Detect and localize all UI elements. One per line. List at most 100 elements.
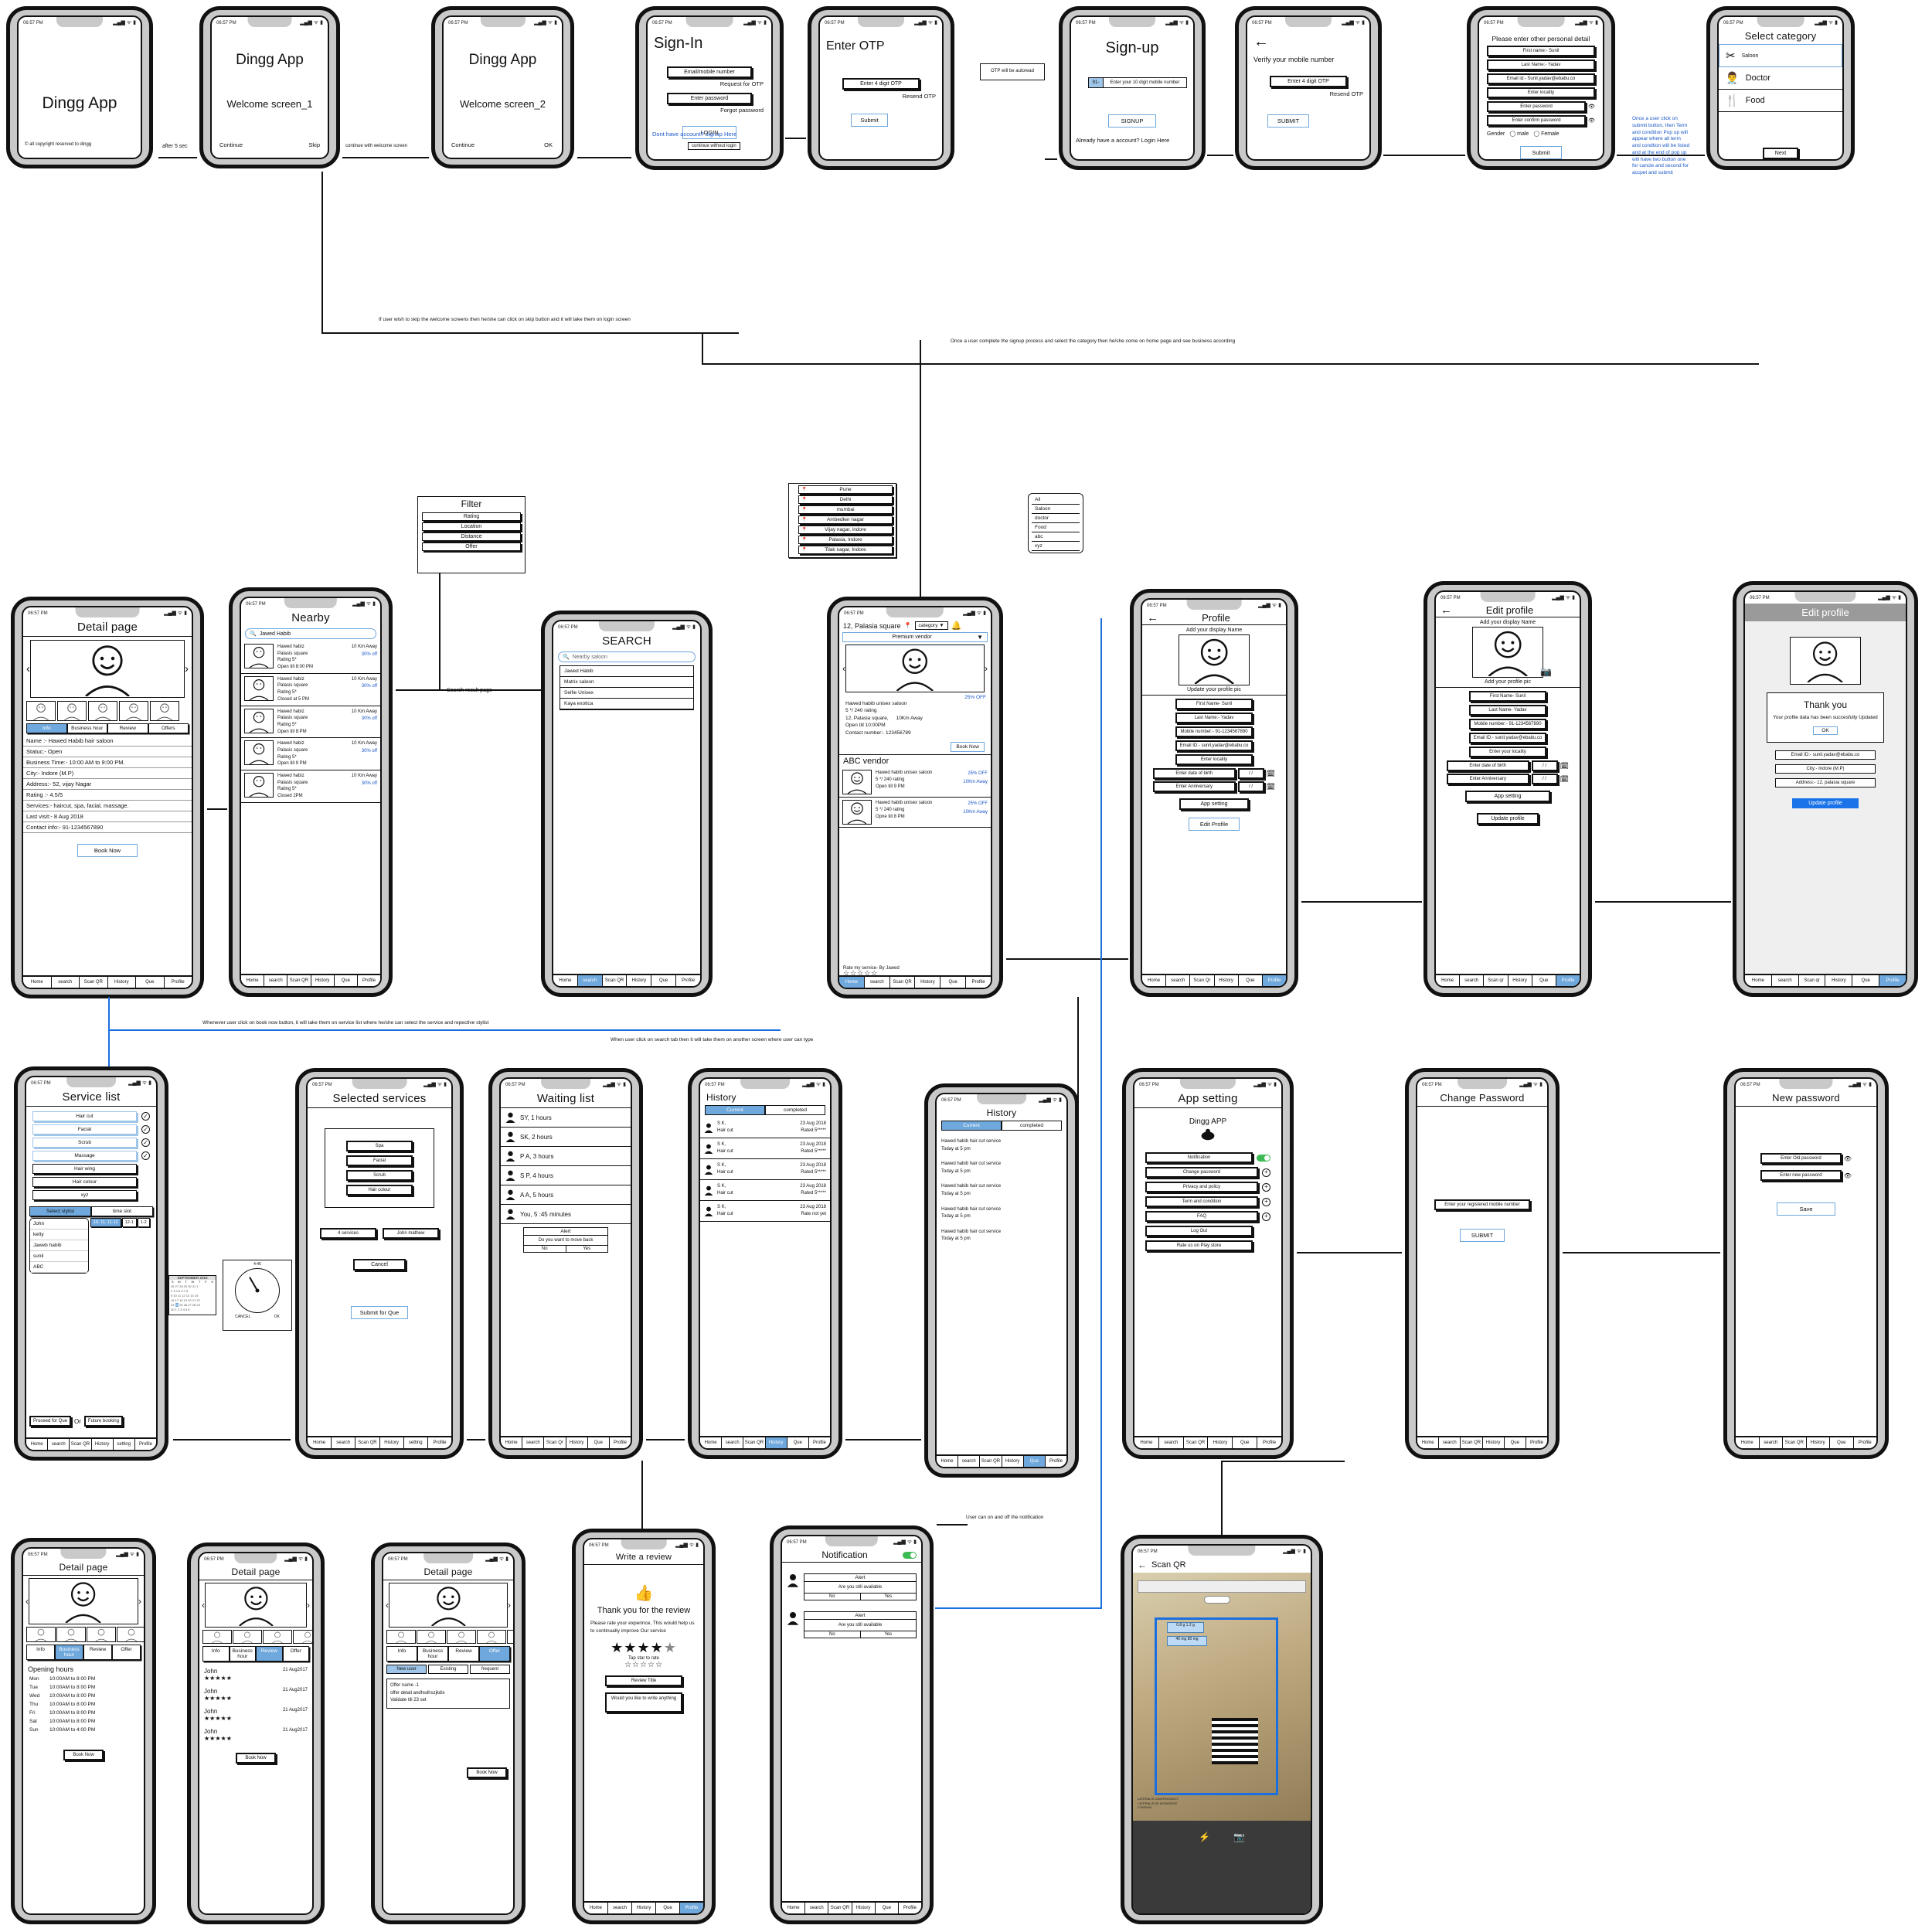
gender-male-radio[interactable]: ◯ male bbox=[1509, 131, 1529, 137]
nav-item-home[interactable]: Home bbox=[1736, 1437, 1760, 1448]
camera-icon[interactable]: 📷 bbox=[1540, 666, 1552, 677]
profile-field-1[interactable]: Last Name:- Yadav bbox=[1175, 713, 1253, 723]
nav-item-que[interactable]: Que bbox=[1238, 975, 1263, 986]
nav-item-history[interactable]: History bbox=[566, 1437, 588, 1448]
setting-change-password[interactable]: Change password bbox=[1145, 1167, 1258, 1178]
profile-field-2[interactable]: Mobile number:- 91-1234567890 bbox=[1175, 726, 1253, 737]
nav-item-que[interactable]: Que bbox=[1504, 1437, 1526, 1448]
city-option-mumbai[interactable]: 📍 mumbai bbox=[798, 505, 893, 514]
login-link[interactable]: Already have a account? Login Here bbox=[1076, 137, 1169, 144]
next-image-arrow[interactable]: › bbox=[185, 662, 189, 675]
filter-option-rating[interactable]: Rating bbox=[422, 512, 521, 521]
app-setting-rows[interactable]: Notification Change password + Privacy and … bbox=[1134, 1152, 1281, 1251]
thumbnail[interactable] bbox=[87, 1627, 116, 1642]
category-option-food[interactable]: Food bbox=[1032, 523, 1080, 532]
nav-item-home[interactable]: Home bbox=[501, 1437, 523, 1448]
nav-item-scan-qr[interactable]: Scan QR bbox=[828, 1902, 852, 1913]
nav-item-que[interactable]: Que bbox=[656, 1902, 680, 1913]
nav-item-search[interactable]: search bbox=[722, 1437, 744, 1448]
thankyou-field-0[interactable]: Email ID:- sunil.yadav@ebabu.co bbox=[1775, 750, 1876, 760]
history-row[interactable]: S K, Hair cut 23 Aug 2018 Rated 5***** bbox=[700, 1117, 830, 1138]
bottom-nav[interactable]: Home search Scan qr History Que Profile bbox=[1745, 974, 1906, 986]
book-now-button[interactable]: Book Now bbox=[63, 1750, 104, 1760]
old-password-field[interactable]: Enter Old password bbox=[1760, 1153, 1842, 1164]
nav-item-search[interactable]: search bbox=[577, 975, 603, 986]
category-option-all[interactable]: All bbox=[1032, 495, 1080, 505]
dob-label-field[interactable]: Enter date of birth bbox=[1447, 760, 1529, 771]
dob-date-field[interactable]: / / bbox=[1531, 760, 1558, 771]
nav-item-profile[interactable]: Profile bbox=[676, 975, 700, 986]
tab-current[interactable]: Current bbox=[705, 1105, 765, 1115]
nav-item-scan-qr[interactable]: Scan QR bbox=[889, 976, 916, 988]
eye-icon[interactable]: 👁 bbox=[1844, 1172, 1852, 1179]
nav-item-que[interactable]: Que bbox=[1233, 1437, 1258, 1448]
password-field[interactable]: Enter password bbox=[667, 93, 752, 104]
nav-item-profile[interactable]: Profile bbox=[164, 976, 192, 988]
history-current-row[interactable]: Hawed habib hair cut service Today at 5 p… bbox=[937, 1225, 1066, 1247]
city-option-ambedker-nagar[interactable]: 📍 Ambedker nagar bbox=[798, 515, 893, 524]
tab-completed[interactable]: completed bbox=[765, 1105, 825, 1115]
nav-item-profile[interactable]: Profile bbox=[134, 1438, 156, 1450]
search-suggestion[interactable]: Selfie Unisex bbox=[560, 688, 693, 699]
nav-item-history[interactable]: History bbox=[915, 976, 941, 988]
stylist-option[interactable]: Jaweb habib bbox=[30, 1240, 88, 1251]
time-slot[interactable]: 1-2 bbox=[137, 1218, 150, 1227]
new-password-field[interactable]: Enter new password bbox=[1760, 1170, 1842, 1181]
empty-stars[interactable]: ☆☆☆☆☆ bbox=[584, 1661, 703, 1669]
detail-tabs[interactable]: Info Business hour Review Offer bbox=[386, 1646, 510, 1662]
nav-item-search[interactable]: search bbox=[51, 976, 80, 988]
nav-item-profile[interactable]: Profile bbox=[1879, 975, 1906, 986]
mobile-field[interactable]: Enter your registered mobile number bbox=[1434, 1199, 1530, 1210]
add-pic-label[interactable]: Add your profile pic bbox=[1436, 679, 1580, 688]
tab-info[interactable]: Info bbox=[202, 1646, 230, 1662]
nav-item-que[interactable]: Que bbox=[940, 976, 967, 988]
edit-field-4[interactable]: Enter your locality bbox=[1469, 747, 1546, 757]
field-2[interactable]: Email id:- Sunil.yadav@ebabu.co bbox=[1487, 73, 1595, 84]
nav-item-history[interactable]: History bbox=[627, 975, 652, 986]
continue-without-login-button[interactable]: continue without login bbox=[688, 142, 740, 150]
notification-toggle[interactable] bbox=[903, 1551, 917, 1559]
country-code-field[interactable]: 91- bbox=[1088, 77, 1104, 88]
bottom-nav[interactable]: Home search Scan QR History Que Profile bbox=[782, 1901, 921, 1913]
bottom-nav[interactable]: Home search Scan QR History Que Profile bbox=[1134, 1436, 1281, 1448]
update-profile-button[interactable]: Update profile bbox=[1477, 813, 1539, 825]
nav-item-que[interactable]: Que bbox=[1532, 975, 1556, 986]
book-now-button[interactable]: Book Now bbox=[467, 1767, 507, 1778]
edit-profile-button[interactable]: Edit Profile bbox=[1189, 818, 1240, 831]
nearby-item[interactable]: Hawed habiz Palasis square Rating 5* Open t… bbox=[241, 738, 380, 770]
filter-option-location[interactable]: Location bbox=[422, 522, 521, 531]
offer-segment-frequent[interactable]: frequent bbox=[470, 1665, 510, 1674]
nav-item-search[interactable]: search bbox=[805, 1902, 829, 1913]
continue-button[interactable]: Continue bbox=[451, 141, 474, 148]
tab-offer[interactable]: Offer bbox=[282, 1646, 309, 1662]
city-option-palasia-indore[interactable]: 📍 Palasia, Indore bbox=[798, 536, 893, 544]
service-hair-wing[interactable]: Hair wing bbox=[32, 1164, 137, 1174]
update-pic-label[interactable]: Update your profile pic bbox=[1142, 687, 1286, 696]
nearby-item[interactable]: Hawed habiz Palasis square Rating 5* Closed… bbox=[241, 770, 380, 803]
category-option-doctor[interactable]: doctor bbox=[1032, 514, 1080, 523]
thumbnail[interactable] bbox=[202, 1630, 232, 1644]
nav-item-history[interactable]: History bbox=[379, 1437, 404, 1448]
calendar-icon[interactable]: 🗓 bbox=[1267, 783, 1275, 791]
nearby-item[interactable]: Hawed habiz Palasis square Rating 5* Open t… bbox=[241, 641, 380, 674]
alert-no-button[interactable]: No bbox=[804, 1631, 861, 1638]
continue-button[interactable]: Continue bbox=[219, 141, 243, 148]
notification-toggle[interactable] bbox=[1257, 1154, 1270, 1162]
search-input[interactable]: 🔍 Jawed Habib bbox=[245, 628, 376, 639]
nav-item-home[interactable]: Home bbox=[700, 1437, 723, 1448]
nav-item-profile[interactable]: Profile bbox=[1045, 1455, 1066, 1467]
thumbnail[interactable] bbox=[117, 1627, 144, 1642]
city-option-tilak-nagar-indore[interactable]: 📍 Tilak nagar, Indore bbox=[798, 546, 893, 554]
category-dropdown[interactable]: All Saloon doctor Food abc xyz bbox=[1028, 493, 1083, 553]
service-list-items[interactable]: Hair cut ✓ Facial ✓ Scrub ✓ Massage ✓ Hair wing H… bbox=[26, 1111, 156, 1200]
field-5[interactable]: Enter confirm password bbox=[1487, 115, 1587, 126]
nav-item-que[interactable]: Que bbox=[1852, 975, 1880, 986]
nav-item-scan-qr[interactable]: Scan QR bbox=[1461, 1437, 1483, 1448]
review-body-input[interactable]: Would you like to write anything bbox=[605, 1692, 682, 1713]
search-suggestion[interactable]: Jawed Habib bbox=[560, 666, 693, 677]
request-otp-link[interactable]: Request for OTP bbox=[648, 80, 771, 87]
nav-item-scan-qr[interactable]: Scan QR bbox=[743, 1437, 766, 1448]
nav-item-que[interactable]: Que bbox=[875, 1902, 899, 1913]
nav-item-scan-qr[interactable]: Scan Qr bbox=[1190, 975, 1215, 986]
nav-item-profile[interactable]: Profile bbox=[808, 1437, 830, 1448]
